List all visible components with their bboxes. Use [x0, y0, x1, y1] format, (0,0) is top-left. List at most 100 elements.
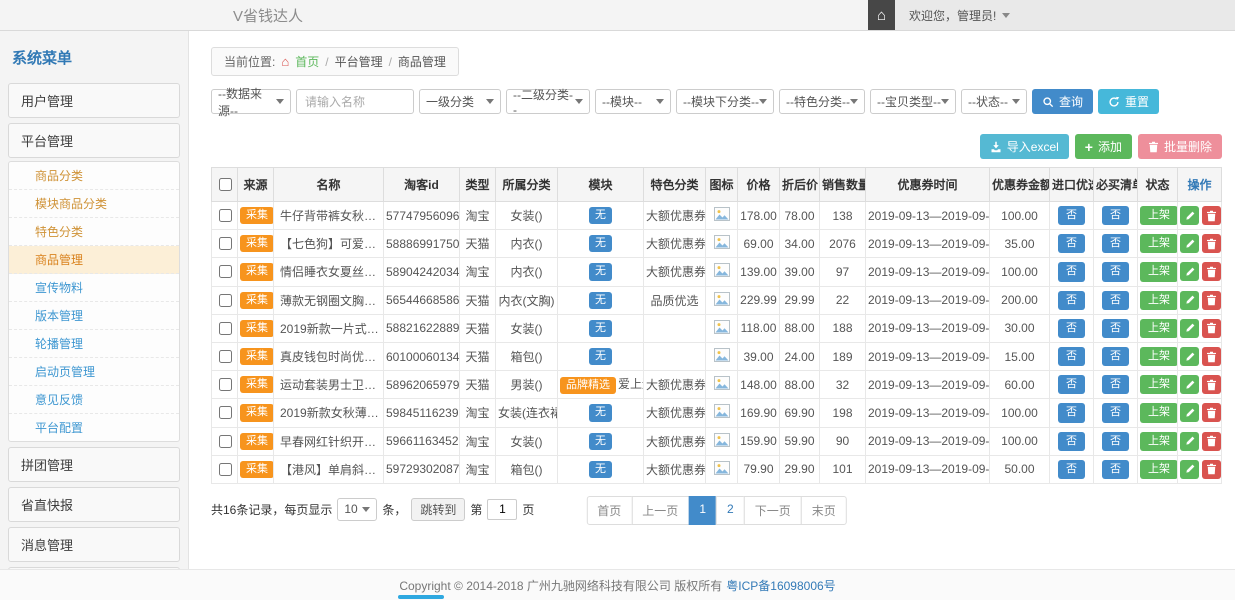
import-select-toggle[interactable]: 否	[1058, 262, 1085, 281]
must-buy-toggle[interactable]: 否	[1102, 206, 1129, 225]
edit-button[interactable]	[1180, 319, 1199, 338]
delete-button[interactable]	[1202, 206, 1221, 225]
delete-button[interactable]	[1202, 460, 1221, 479]
pager-button[interactable]: 首页	[586, 496, 632, 525]
sidebar-subitem[interactable]: 意见反馈	[9, 386, 179, 414]
delete-button[interactable]	[1202, 432, 1221, 451]
filter-select[interactable]: --宝贝类型--	[870, 89, 956, 114]
sidebar-subitem[interactable]: 特色分类	[9, 218, 179, 246]
must-buy-toggle[interactable]: 否	[1102, 347, 1129, 366]
jump-button[interactable]: 跳转到	[411, 498, 465, 521]
horizontal-scrollbar-thumb[interactable]	[398, 595, 444, 599]
delete-button[interactable]	[1202, 403, 1221, 422]
row-checkbox[interactable]	[219, 322, 232, 335]
status-button[interactable]: 上架	[1140, 347, 1178, 366]
search-button[interactable]: 查询	[1032, 89, 1093, 114]
row-checkbox[interactable]	[219, 294, 232, 307]
sidebar-subitem[interactable]: 轮播管理	[9, 330, 179, 358]
edit-button[interactable]	[1180, 234, 1199, 253]
sidebar-subitem[interactable]: 宣传物料	[9, 274, 179, 302]
pager-button[interactable]: 2	[716, 496, 745, 525]
import-select-toggle[interactable]: 否	[1058, 347, 1085, 366]
status-button[interactable]: 上架	[1140, 206, 1178, 225]
row-checkbox[interactable]	[219, 463, 232, 476]
edit-button[interactable]	[1180, 403, 1199, 422]
sidebar-item[interactable]: 拼团管理	[8, 447, 180, 482]
import-select-toggle[interactable]: 否	[1058, 460, 1085, 479]
row-checkbox[interactable]	[219, 435, 232, 448]
row-checkbox[interactable]	[219, 209, 232, 222]
row-checkbox[interactable]	[219, 265, 232, 278]
sidebar-item[interactable]: 省直快报	[8, 487, 180, 522]
import-select-toggle[interactable]: 否	[1058, 375, 1085, 394]
sidebar-subitem[interactable]: 模块商品分类	[9, 190, 179, 218]
edit-button[interactable]	[1180, 375, 1199, 394]
status-button[interactable]: 上架	[1140, 432, 1178, 451]
pager-button[interactable]: 末页	[801, 496, 847, 525]
status-button[interactable]: 上架	[1140, 234, 1178, 253]
batch-delete-button[interactable]: 批量删除	[1138, 134, 1222, 159]
import-select-toggle[interactable]: 否	[1058, 234, 1085, 253]
edit-button[interactable]	[1180, 291, 1199, 310]
filter-select[interactable]: --模块下分类--	[676, 89, 774, 114]
sidebar-item[interactable]: 消息管理	[8, 527, 180, 562]
must-buy-toggle[interactable]: 否	[1102, 262, 1129, 281]
pager-button[interactable]: 1	[688, 496, 717, 525]
import-excel-button[interactable]: 导入excel	[980, 134, 1069, 159]
must-buy-toggle[interactable]: 否	[1102, 291, 1129, 310]
import-select-toggle[interactable]: 否	[1058, 432, 1085, 451]
filter-select[interactable]: --模块--	[595, 89, 671, 114]
sidebar-item[interactable]: 平台管理	[8, 123, 180, 158]
import-select-toggle[interactable]: 否	[1058, 403, 1085, 422]
must-buy-toggle[interactable]: 否	[1102, 375, 1129, 394]
must-buy-toggle[interactable]: 否	[1102, 319, 1129, 338]
edit-button[interactable]	[1180, 206, 1199, 225]
pager-button[interactable]: 下一页	[744, 496, 802, 525]
home-button[interactable]: ⌂	[868, 0, 895, 30]
delete-button[interactable]	[1202, 291, 1221, 310]
select-all-checkbox[interactable]	[219, 178, 232, 191]
pager-button[interactable]: 上一页	[631, 496, 689, 525]
sidebar-subitem[interactable]: 商品分类	[9, 162, 179, 190]
filter-select[interactable]: --二级分类--	[506, 89, 590, 114]
delete-button[interactable]	[1202, 262, 1221, 281]
edit-button[interactable]	[1180, 262, 1199, 281]
breadcrumb-home-link[interactable]: 首页	[295, 53, 319, 70]
filter-select[interactable]: --状态--	[961, 89, 1027, 114]
name-search-input[interactable]	[296, 89, 414, 114]
status-button[interactable]: 上架	[1140, 319, 1178, 338]
status-button[interactable]: 上架	[1140, 460, 1178, 479]
sidebar-subitem[interactable]: 商品管理	[9, 246, 179, 274]
delete-button[interactable]	[1202, 347, 1221, 366]
icp-link[interactable]: 粤ICP备16098006号	[726, 577, 835, 594]
delete-button[interactable]	[1202, 319, 1221, 338]
must-buy-toggle[interactable]: 否	[1102, 460, 1129, 479]
sidebar-item[interactable]: 用户管理	[8, 83, 180, 118]
filter-select[interactable]: --特色分类--	[779, 89, 865, 114]
delete-button[interactable]	[1202, 234, 1221, 253]
row-checkbox[interactable]	[219, 237, 232, 250]
import-select-toggle[interactable]: 否	[1058, 291, 1085, 310]
status-button[interactable]: 上架	[1140, 403, 1178, 422]
page-number-input[interactable]	[487, 499, 517, 520]
edit-button[interactable]	[1180, 432, 1199, 451]
must-buy-toggle[interactable]: 否	[1102, 403, 1129, 422]
status-button[interactable]: 上架	[1140, 291, 1178, 310]
status-button[interactable]: 上架	[1140, 375, 1178, 394]
sidebar-subitem[interactable]: 平台配置	[9, 414, 179, 441]
edit-button[interactable]	[1180, 347, 1199, 366]
row-checkbox[interactable]	[219, 406, 232, 419]
import-select-toggle[interactable]: 否	[1058, 319, 1085, 338]
filter-select[interactable]: 一级分类	[419, 89, 501, 114]
add-button[interactable]: +添加	[1075, 134, 1132, 159]
status-button[interactable]: 上架	[1140, 262, 1178, 281]
filter-select[interactable]: --数据来源--	[211, 89, 291, 114]
user-menu[interactable]: 欢迎您，管理员!	[895, 0, 1235, 30]
sidebar-subitem[interactable]: 版本管理	[9, 302, 179, 330]
must-buy-toggle[interactable]: 否	[1102, 432, 1129, 451]
sidebar-subitem[interactable]: 启动页管理	[9, 358, 179, 386]
must-buy-toggle[interactable]: 否	[1102, 234, 1129, 253]
edit-button[interactable]	[1180, 460, 1199, 479]
page-size-select[interactable]: 10	[337, 498, 377, 521]
reset-button[interactable]: 重置	[1098, 89, 1159, 114]
